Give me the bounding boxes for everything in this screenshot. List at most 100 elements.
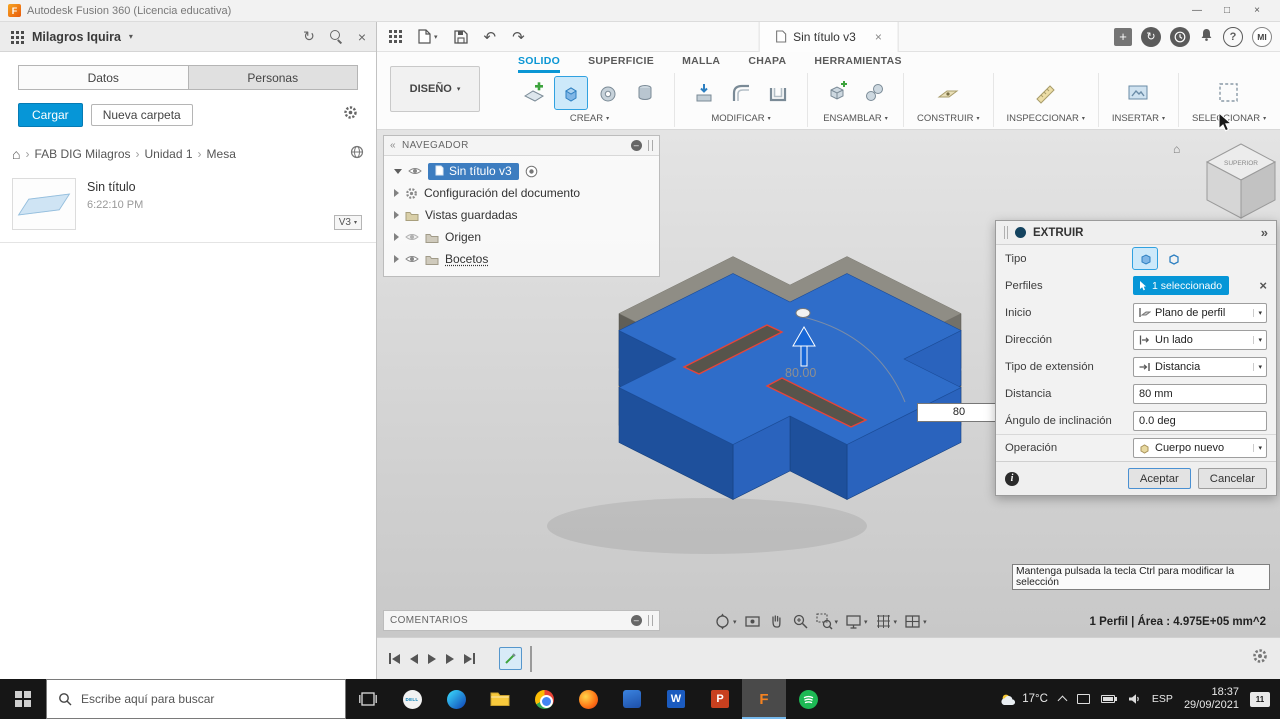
zoom-window-button[interactable]: ▾ — [815, 612, 840, 631]
help-icon[interactable]: ? — [1223, 26, 1243, 47]
accept-button[interactable]: Aceptar — [1127, 468, 1191, 489]
shell-button[interactable] — [762, 77, 794, 109]
orbit-button[interactable]: ▾ — [713, 612, 738, 631]
revolve-button[interactable] — [592, 77, 624, 109]
taskbar-app-dell[interactable]: DELL — [390, 679, 434, 719]
new-tab-button[interactable]: + — [1114, 27, 1132, 46]
group-label-inspeccionar[interactable]: INSPECCIONAR ▾ — [1007, 113, 1085, 124]
extent-type-dropdown[interactable]: Distancia ▾ — [1133, 356, 1267, 377]
notification-center-icon[interactable]: 11 — [1250, 691, 1270, 707]
distance-field[interactable] — [1133, 383, 1267, 404]
language-indicator[interactable]: ESP — [1152, 693, 1173, 705]
extrude-dialog-header[interactable]: EXTRUIR » — [996, 221, 1276, 245]
taskbar-app-blue[interactable] — [610, 679, 654, 719]
taskbar-app-powerpoint[interactable]: P — [698, 679, 742, 719]
timeline-go-start-button[interactable] — [389, 653, 400, 664]
display-settings-button[interactable]: ▾ — [844, 612, 869, 631]
timeline-position-marker[interactable] — [530, 645, 532, 672]
workspace-selector[interactable]: DISEÑO ▾ — [390, 66, 480, 112]
insert-button[interactable] — [1122, 77, 1154, 109]
extrude-type-solid-button[interactable] — [1132, 247, 1158, 270]
comments-panel[interactable]: COMENTARIOS – — [383, 610, 660, 631]
chevron-down-icon[interactable]: ▾ — [129, 32, 133, 41]
user-avatar[interactable]: MI — [1252, 26, 1272, 47]
zoom-button[interactable] — [791, 612, 810, 631]
collapsed-triangle-icon[interactable] — [394, 233, 399, 241]
eye-icon[interactable] — [408, 166, 422, 176]
clock-widget[interactable]: 18:37 29/09/2021 — [1184, 686, 1239, 712]
dimension-input-box[interactable] — [917, 402, 1001, 422]
cylinder-button[interactable] — [629, 77, 661, 109]
globe-icon[interactable] — [350, 145, 364, 162]
file-menu-icon[interactable]: ▾ — [418, 29, 438, 44]
press-pull-button[interactable] — [688, 77, 720, 109]
tab-herramientas[interactable]: HERRAMIENTAS — [814, 55, 901, 70]
panel-grip[interactable] — [648, 140, 653, 151]
browser-header[interactable]: « NAVEGADOR – — [384, 136, 659, 156]
tab-datos[interactable]: Datos — [18, 65, 189, 90]
app-grid-icon[interactable] — [389, 30, 402, 43]
taskbar-app-firefox[interactable] — [566, 679, 610, 719]
breadcrumb-folder[interactable]: Unidad 1 — [145, 147, 193, 161]
measure-button[interactable] — [1030, 77, 1062, 109]
display-tray-icon[interactable] — [1076, 694, 1090, 704]
distance-value-input[interactable] — [917, 402, 1001, 422]
minimize-button[interactable]: — — [1182, 0, 1212, 21]
close-panel-icon[interactable]: × — [358, 29, 366, 45]
apps-grid-icon[interactable] — [10, 30, 24, 44]
collapsed-triangle-icon[interactable] — [394, 255, 399, 263]
construction-plane-button[interactable] — [932, 77, 964, 109]
refresh-icon[interactable]: ↻ — [303, 28, 315, 45]
settings-gear-icon[interactable] — [343, 105, 358, 125]
weather-widget[interactable]: 17°C — [1000, 693, 1048, 706]
browser-row-settings[interactable]: Configuración del documento — [384, 182, 659, 204]
tab-superficie[interactable]: SUPERFICIE — [588, 55, 654, 70]
fillet-button[interactable] — [725, 77, 757, 109]
taskbar-app-edge[interactable] — [434, 679, 478, 719]
taskbar-search[interactable] — [46, 679, 346, 719]
display-toggle-icon[interactable]: – — [631, 140, 642, 151]
profiles-selected-chip[interactable]: 1 seleccionado — [1133, 276, 1230, 295]
taper-angle-field[interactable] — [1133, 410, 1267, 431]
extrude-type-thin-button[interactable] — [1161, 248, 1185, 269]
taskbar-app-chrome[interactable] — [522, 679, 566, 719]
volume-icon[interactable] — [1128, 693, 1141, 705]
search-icon[interactable] — [329, 30, 343, 43]
new-folder-button[interactable]: Nueva carpeta — [90, 104, 193, 126]
undo-icon[interactable]: ↶ — [484, 28, 497, 46]
battery-icon[interactable] — [1100, 695, 1117, 703]
taskbar-app-spotify[interactable] — [786, 679, 830, 719]
tab-chapa[interactable]: CHAPA — [748, 55, 786, 70]
collapsed-triangle-icon[interactable] — [394, 189, 399, 197]
viewcube-home-icon[interactable]: ⌂ — [1173, 142, 1180, 156]
redo-icon[interactable]: ↷ — [512, 28, 525, 46]
extrude-button[interactable] — [554, 75, 588, 110]
grid-snap-button[interactable]: ▾ — [874, 612, 899, 631]
dock-arrows-icon[interactable]: » — [1261, 225, 1268, 240]
timeline-play-button[interactable] — [428, 653, 436, 664]
dialog-grip[interactable] — [1004, 226, 1008, 239]
browser-row-named-views[interactable]: Vistas guardadas — [384, 204, 659, 226]
pan-button[interactable] — [767, 612, 786, 631]
task-view-button[interactable] — [346, 679, 390, 719]
taskbar-app-file-explorer[interactable] — [478, 679, 522, 719]
panel-grip[interactable] — [648, 615, 653, 626]
direction-dropdown[interactable]: Un lado ▾ — [1133, 329, 1267, 350]
viewports-button[interactable]: ▾ — [903, 612, 928, 631]
eye-icon[interactable] — [405, 254, 419, 264]
tab-personas[interactable]: Personas — [187, 65, 358, 90]
collapse-icon[interactable]: « — [390, 140, 396, 151]
tab-solido[interactable]: SOLIDO — [518, 55, 561, 73]
create-sketch-button[interactable] — [518, 77, 550, 109]
timeline-sketch-feature[interactable] — [499, 647, 522, 670]
close-button[interactable]: × — [1242, 0, 1272, 21]
group-label-modificar[interactable]: MODIFICAR ▾ — [711, 113, 770, 124]
expand-icon[interactable]: – — [631, 615, 642, 626]
select-button[interactable] — [1213, 77, 1245, 109]
start-dropdown[interactable]: Plano de perfil ▾ — [1133, 302, 1267, 323]
tab-close-icon[interactable]: × — [875, 30, 882, 44]
rotate-handle[interactable] — [795, 308, 811, 318]
activate-radio-icon[interactable] — [525, 165, 538, 178]
timeline-step-forward-button[interactable] — [446, 653, 454, 664]
cancel-button[interactable]: Cancelar — [1197, 468, 1267, 489]
